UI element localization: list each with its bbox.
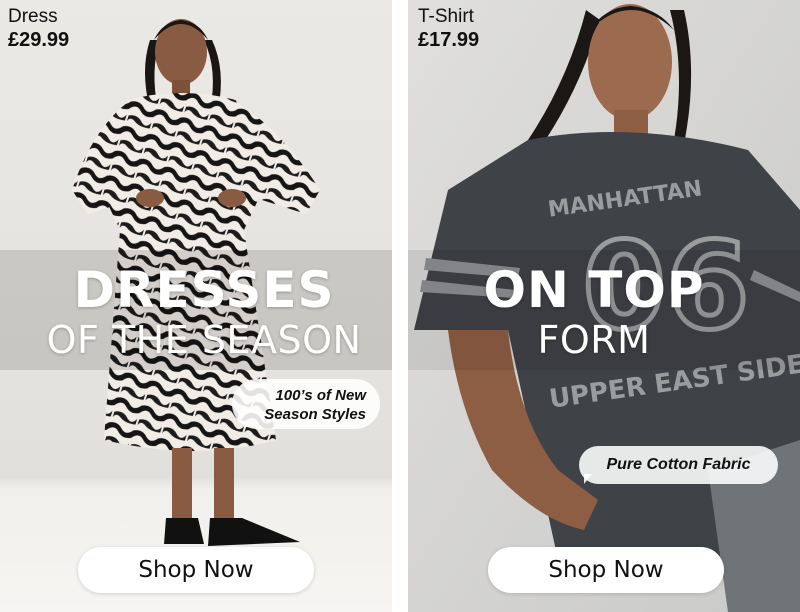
promo-callout: Pure Cotton Fabric <box>579 446 778 484</box>
product-price: £17.99 <box>418 29 480 51</box>
product-name: T-Shirt <box>418 6 474 27</box>
shop-now-button[interactable]: Shop Now <box>78 547 314 593</box>
headline-subtitle: FORM <box>537 318 651 362</box>
headline-subtitle: OF THE SEASON <box>46 318 362 362</box>
promo-callout: 100’s of New Season Styles <box>232 379 380 429</box>
shop-now-button[interactable]: Shop Now <box>488 547 724 593</box>
product-tag: Dress £29.99 <box>8 6 69 52</box>
callout-line-1: 100’s of New <box>275 387 366 404</box>
headline: ON TOP FORM <box>408 262 790 362</box>
callout-line-2: Season Styles <box>264 406 366 423</box>
product-tag: T-Shirt £17.99 <box>418 6 479 52</box>
product-name: Dress <box>8 6 58 27</box>
headline: DRESSES OF THE SEASON <box>8 262 392 362</box>
dress-promo-panel[interactable]: Dress £29.99 DRESSES OF THE SEASON 100’s… <box>0 0 392 612</box>
headline-title: ON TOP <box>483 261 705 319</box>
product-price: £29.99 <box>8 29 70 51</box>
tshirt-promo-panel[interactable]: MANHATTAN 06 UPPER EAST SIDE T-Shirt £17… <box>408 0 800 612</box>
headline-title: DRESSES <box>73 261 335 319</box>
